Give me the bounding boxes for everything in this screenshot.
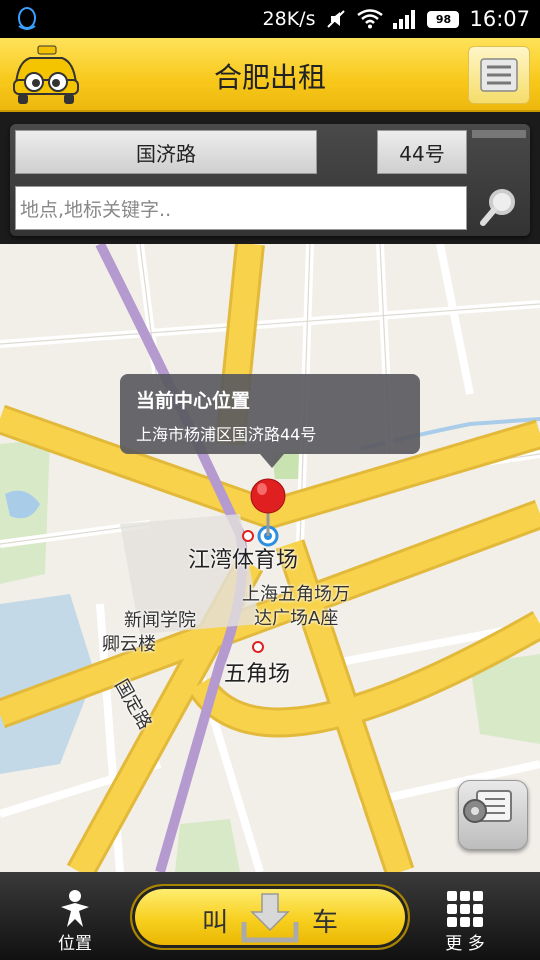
more-tab-label: 更 多	[445, 934, 485, 954]
more-tab[interactable]: 更 多	[410, 872, 520, 960]
call-button-label-left: 叫	[202, 908, 229, 938]
wifi-icon	[357, 9, 384, 29]
poi-news-school[interactable]: 新闻学院	[124, 606, 196, 632]
list-menu-icon	[480, 58, 518, 92]
battery-icon: 98	[427, 10, 460, 28]
location-tab-label: 位置	[58, 934, 92, 954]
poi-plaza-line1[interactable]: 上海五角场万	[242, 580, 350, 606]
status-bar: 28K/s 98 16:07	[0, 0, 540, 38]
clock: 16:07	[469, 7, 530, 31]
title-bar: 合肥出租	[0, 38, 540, 112]
app-screen: 28K/s 98 16:07 合肥出租 国济路 44号 地点,地标关键字.. 当…	[0, 0, 540, 960]
callout-address: 上海市杨浦区国济路44号	[136, 425, 317, 444]
poi-qingyun[interactable]: 卿云楼	[102, 630, 156, 656]
location-tab[interactable]: 位置	[20, 872, 130, 960]
search-panel-inner: 国济路 44号 地点,地标关键字..	[10, 124, 530, 236]
map-settings-button[interactable]	[458, 780, 528, 850]
net-speed: 28K/s	[262, 8, 316, 30]
poi-plaza-line2[interactable]: 达广场A座	[254, 604, 338, 630]
road-field[interactable]: 国济路	[15, 130, 317, 174]
qq-icon	[18, 7, 36, 30]
call-taxi-button[interactable]: 叫 车	[130, 884, 410, 950]
poi-stadium[interactable]: 江湾体育场	[188, 542, 298, 574]
mute-icon	[327, 10, 346, 28]
callout-title: 当前中心位置	[136, 390, 251, 412]
call-button-label-right: 车	[311, 908, 338, 938]
house-number-field[interactable]: 44号	[377, 130, 467, 174]
location-pin	[250, 478, 286, 536]
center-location-callout[interactable]: 当前中心位置 上海市杨浦区国济路44号	[120, 374, 420, 468]
menu-button[interactable]	[468, 46, 530, 104]
signal-icon	[393, 10, 416, 29]
field-divider	[472, 130, 526, 138]
poi-wujiaochang[interactable]: 五角场	[224, 656, 290, 688]
search-icon	[480, 189, 515, 226]
bottom-bar: 位置 叫 车 更 多	[0, 872, 540, 960]
search-panel: 国济路 44号 地点,地标关键字..	[0, 112, 540, 244]
settings-gear-icon	[463, 790, 512, 823]
download-tray-icon	[241, 893, 299, 943]
page-title: 合肥出租	[213, 61, 326, 94]
grid-more-icon	[447, 891, 483, 927]
search-button[interactable]	[472, 182, 526, 232]
search-input[interactable]: 地点,地标关键字..	[15, 186, 467, 230]
map-view[interactable]: 当前中心位置 上海市杨浦区国济路44号 江湾体育场 上海五角场万 达广场A座 新…	[0, 244, 540, 872]
person-location-icon	[61, 890, 89, 927]
